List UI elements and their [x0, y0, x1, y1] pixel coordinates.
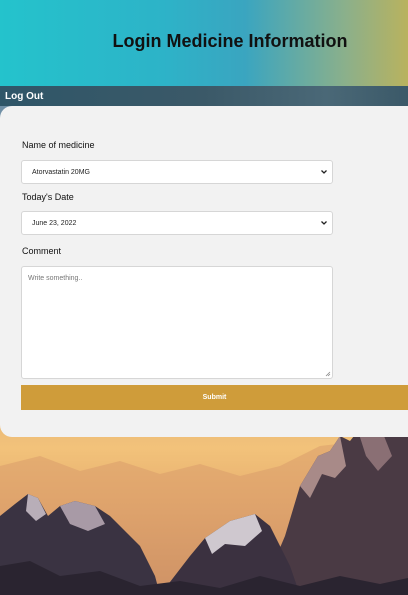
comment-label: Comment — [22, 246, 62, 256]
medicine-select[interactable]: Atorvastatin 20MG — [21, 160, 333, 184]
page-title: Login Medicine Information — [112, 31, 348, 51]
comment-placeholder: Write something.. — [28, 275, 83, 282]
nav-bar: Log Out — [0, 86, 408, 106]
comment-textarea[interactable]: Write something.. — [21, 266, 333, 379]
page-header: Login Medicine Information — [0, 0, 408, 86]
date-label: Today's Date — [22, 192, 74, 202]
chevron-down-icon — [321, 221, 327, 225]
date-select[interactable]: June 23, 2022 — [21, 211, 333, 235]
resize-grip-icon[interactable] — [325, 371, 331, 377]
date-select-value: June 23, 2022 — [32, 220, 77, 227]
medicine-label: Name of medicine — [22, 140, 95, 150]
medicine-select-value: Atorvastatin 20MG — [32, 169, 90, 176]
submit-button[interactable]: Submit — [21, 385, 408, 410]
logout-link[interactable]: Log Out — [5, 91, 43, 102]
chevron-down-icon — [321, 170, 327, 174]
